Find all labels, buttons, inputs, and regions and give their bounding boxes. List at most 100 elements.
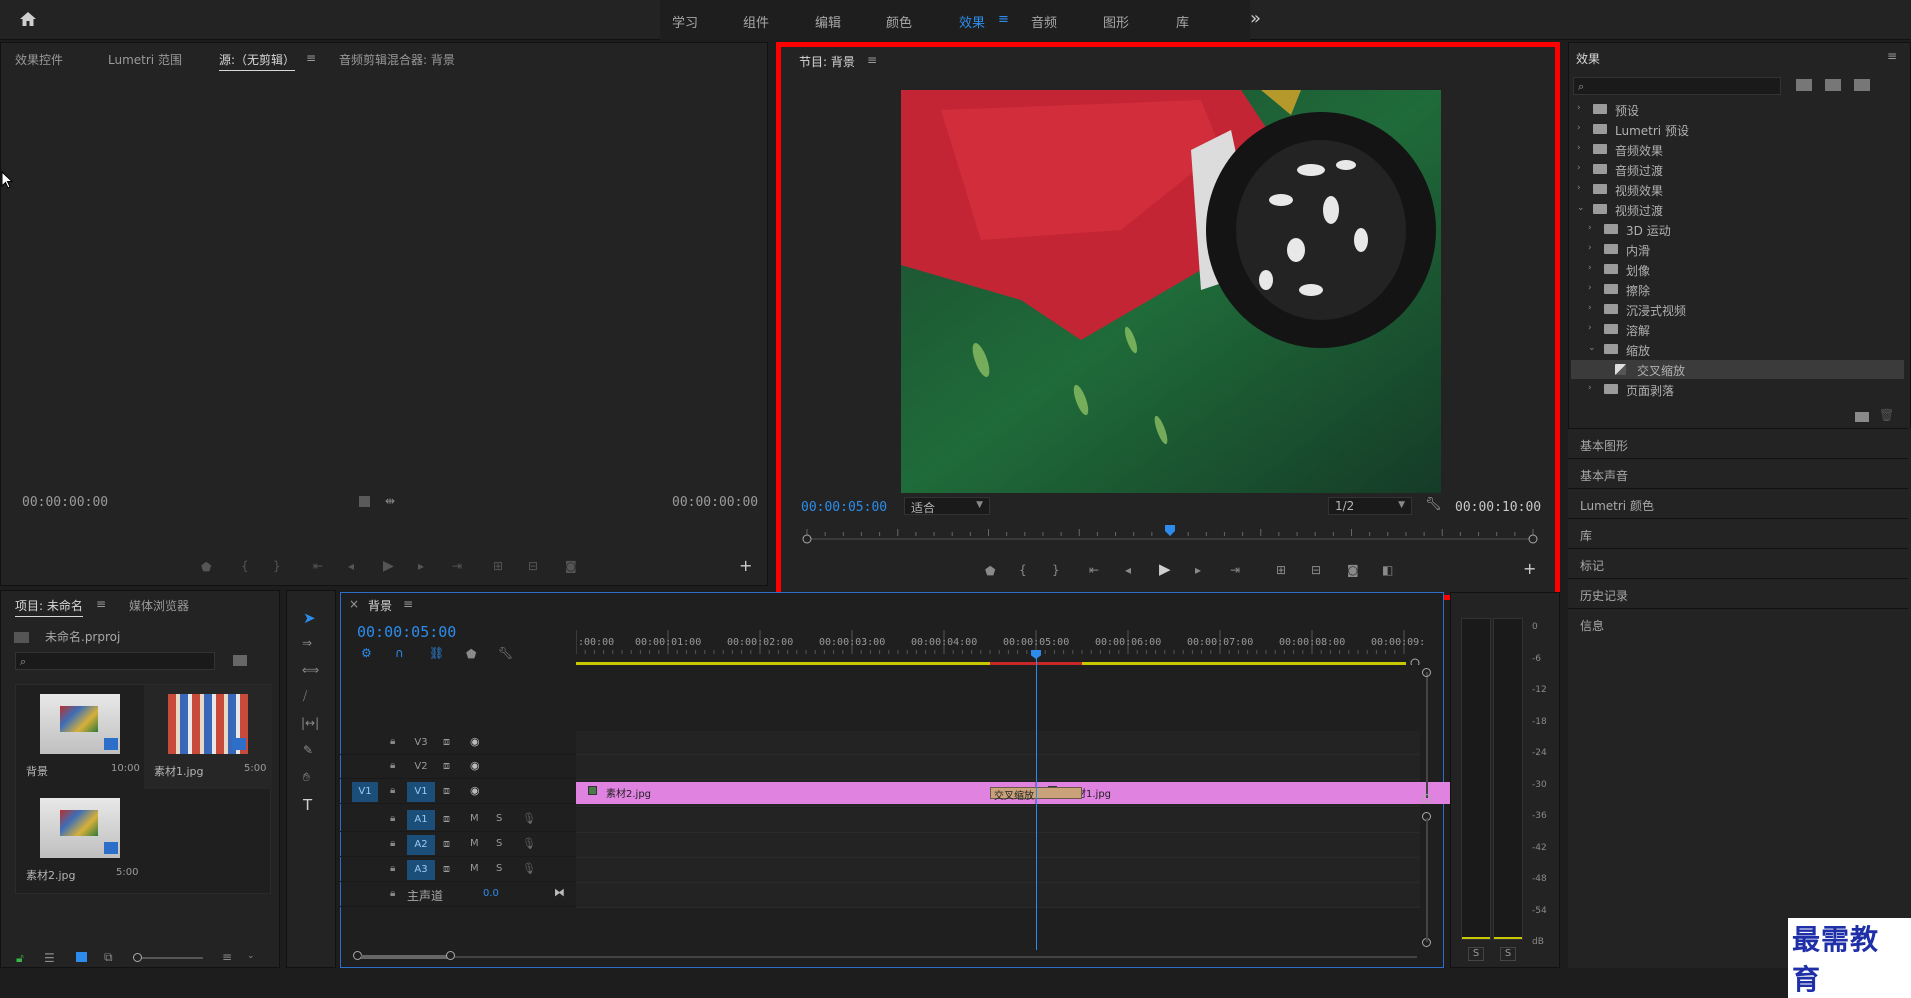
program-title[interactable]: 节目: 背景 <box>799 53 855 72</box>
tab-audio-clip-mixer[interactable]: 音频剪辑混合器: 背景 <box>339 51 455 68</box>
resolution-select[interactable]: 1/2 ▼ <box>1328 497 1412 515</box>
go-to-out-icon[interactable]: ⇥ <box>452 560 462 572</box>
track-header-v1[interactable]: V1 🔒︎ V1 ⧈ ◉ <box>340 780 576 804</box>
chevron-down-icon[interactable]: ⌄ <box>247 952 255 961</box>
track-header-a3[interactable]: 🔒︎ A3 ⧈ M S 🎙︎ <box>340 858 576 882</box>
hand-tool-icon[interactable]: ✋︎ <box>303 771 310 783</box>
effects-search-input[interactable]: ⌕ <box>1573 77 1781 95</box>
mute-button[interactable]: M <box>470 863 479 874</box>
program-video-frame[interactable] <box>901 90 1441 493</box>
compare-view-icon[interactable]: ◧ <box>1382 564 1393 576</box>
workspace-tab-color[interactable]: 颜色 <box>886 12 912 31</box>
master-volume-value[interactable]: 0.0 <box>483 888 499 899</box>
effects-tree-item[interactable]: › 擦除 <box>1571 280 1904 299</box>
insert-nest-icon[interactable]: ⚙︎ <box>361 647 372 659</box>
effects-tree-item[interactable]: ⌄ 缩放 <box>1571 340 1904 359</box>
effects-tree-item[interactable]: › 预设 <box>1571 100 1904 119</box>
panel-menu-icon[interactable]: ≡ <box>306 51 316 65</box>
side-panel-tab[interactable]: 标记 <box>1568 548 1908 578</box>
tab-lumetri-scopes[interactable]: Lumetri 范围 <box>108 51 182 68</box>
track-target-a1[interactable]: A1 <box>407 810 435 830</box>
mute-button[interactable]: M <box>470 813 479 824</box>
step-back-icon[interactable]: ◂ <box>1125 564 1131 576</box>
track-lane-v2[interactable] <box>576 755 1420 780</box>
side-panel-tab[interactable]: 信息 <box>1568 608 1908 638</box>
workspace-tab-audio[interactable]: 音频 <box>1031 12 1057 31</box>
source-patch-v1[interactable]: V1 <box>352 782 378 802</box>
scrub-end-handle[interactable] <box>1528 534 1538 544</box>
add-marker-icon[interactable]: ⬟ <box>985 565 995 577</box>
drop-frame-icon[interactable] <box>359 496 370 507</box>
project-item[interactable]: 素材1.jpg 5:00 <box>144 685 272 789</box>
program-menu-icon[interactable]: ≡ <box>867 53 877 67</box>
chevron-right-icon[interactable]: › <box>1588 303 1592 313</box>
program-playhead-icon[interactable] <box>1165 525 1175 536</box>
timeline-playhead[interactable] <box>1036 650 1037 950</box>
microphone-icon[interactable]: 🎙︎ <box>522 837 536 850</box>
chevron-right-icon[interactable]: › <box>1577 123 1581 133</box>
sort-icon[interactable]: ≡ <box>222 951 232 963</box>
eye-icon[interactable]: ◉ <box>470 784 480 797</box>
close-sequence-icon[interactable]: × <box>349 597 359 611</box>
export-frame-icon[interactable]: ◙ <box>565 560 577 572</box>
freeform-view-icon[interactable]: ⧉ <box>104 951 113 963</box>
effects-tree-item[interactable]: › 页面剥落 <box>1571 380 1904 399</box>
source-timecode-in[interactable]: 00:00:00:00 <box>22 495 108 510</box>
track-lane-master[interactable] <box>576 883 1420 908</box>
sequence-tab[interactable]: 背景 <box>368 597 392 616</box>
play-icon[interactable]: ▶ <box>1159 562 1171 577</box>
chevron-right-icon[interactable]: › <box>1588 283 1592 293</box>
microphone-icon[interactable]: 🎙︎ <box>522 862 536 875</box>
track-header-v2[interactable]: 🔒︎ V2 ⧈ ◉ <box>340 755 576 779</box>
project-item[interactable]: 背景 10:00 <box>16 685 144 789</box>
effects-title[interactable]: 效果 <box>1576 50 1600 69</box>
program-playhead-timecode[interactable]: 00:00:05:00 <box>801 500 887 515</box>
sync-lock-icon[interactable]: ⧈ <box>443 862 450 876</box>
yuv-effects-icon[interactable] <box>1854 79 1870 91</box>
go-to-out-icon[interactable]: ⇥ <box>1230 564 1240 576</box>
list-view-icon[interactable]: ☰ <box>44 952 55 964</box>
lock-icon[interactable]: 🔒︎ <box>390 813 395 824</box>
workspace-tab-learn[interactable]: 学习 <box>672 12 698 31</box>
effects-tree-item[interactable]: 交叉缩放 <box>1571 360 1904 379</box>
scroll-handle-icon[interactable] <box>1422 794 1431 803</box>
side-panel-tab[interactable]: 基本声音 <box>1568 458 1908 488</box>
snap-icon[interactable]: ∩ <box>395 647 404 659</box>
sync-lock-icon[interactable]: ⧈ <box>443 735 450 749</box>
mark-in-icon[interactable]: { <box>241 560 249 572</box>
effects-tree-item[interactable]: ⌄ 视频过渡 <box>1571 200 1904 219</box>
home-icon[interactable] <box>18 11 38 29</box>
mute-button[interactable]: M <box>470 838 479 849</box>
side-panel-tab[interactable]: 库 <box>1568 518 1908 548</box>
add-marker-icon[interactable]: ⬟ <box>201 561 211 573</box>
step-forward-icon[interactable]: ▸ <box>418 560 424 572</box>
project-menu-icon[interactable]: ≡ <box>96 597 106 611</box>
sync-lock-icon[interactable]: ⧈ <box>443 837 450 851</box>
microphone-icon[interactable]: 🎙︎ <box>522 812 536 825</box>
find-icon[interactable] <box>233 655 247 666</box>
side-panel-tab[interactable]: Lumetri 颜色 <box>1568 488 1908 518</box>
tab-source[interactable]: 源:（无剪辑） <box>219 51 296 71</box>
wrench-icon[interactable]: 🔧︎ <box>1425 498 1442 511</box>
lock-icon[interactable]: 🔓︎ <box>16 952 24 964</box>
workspace-tab-editing[interactable]: 编辑 <box>815 12 841 31</box>
mark-out-icon[interactable]: } <box>1052 564 1060 576</box>
tab-effect-controls[interactable]: 效果控件 <box>15 51 63 68</box>
track-header-master[interactable]: 🔒︎ 主声道 0.0 ⧓ <box>340 883 576 907</box>
add-marker-icon[interactable]: ⬟ <box>466 648 476 660</box>
chevron-right-icon[interactable]: › <box>1577 103 1581 113</box>
workspace-tab-effects[interactable]: 效果 <box>959 12 985 31</box>
workspace-tab-assembly[interactable]: 组件 <box>743 12 769 31</box>
slip-tool-icon[interactable]: |↔| <box>301 717 319 729</box>
chevron-right-icon[interactable]: › <box>1588 243 1592 253</box>
track-target-v3[interactable]: V3 <box>407 733 435 753</box>
sync-lock-icon[interactable]: ⧈ <box>443 812 450 826</box>
lift-icon[interactable]: ⊞ <box>1276 564 1286 576</box>
timeline-vertical-zoom[interactable] <box>1426 672 1428 798</box>
track-lane-v3[interactable] <box>576 731 1420 755</box>
timeline-clip[interactable]: 素材2.jpg <box>576 782 1036 804</box>
zoom-slider[interactable] <box>133 953 203 962</box>
solo-button[interactable]: S <box>496 863 502 874</box>
button-editor-icon[interactable]: + <box>739 558 752 574</box>
scrub-start-handle[interactable] <box>802 534 812 544</box>
